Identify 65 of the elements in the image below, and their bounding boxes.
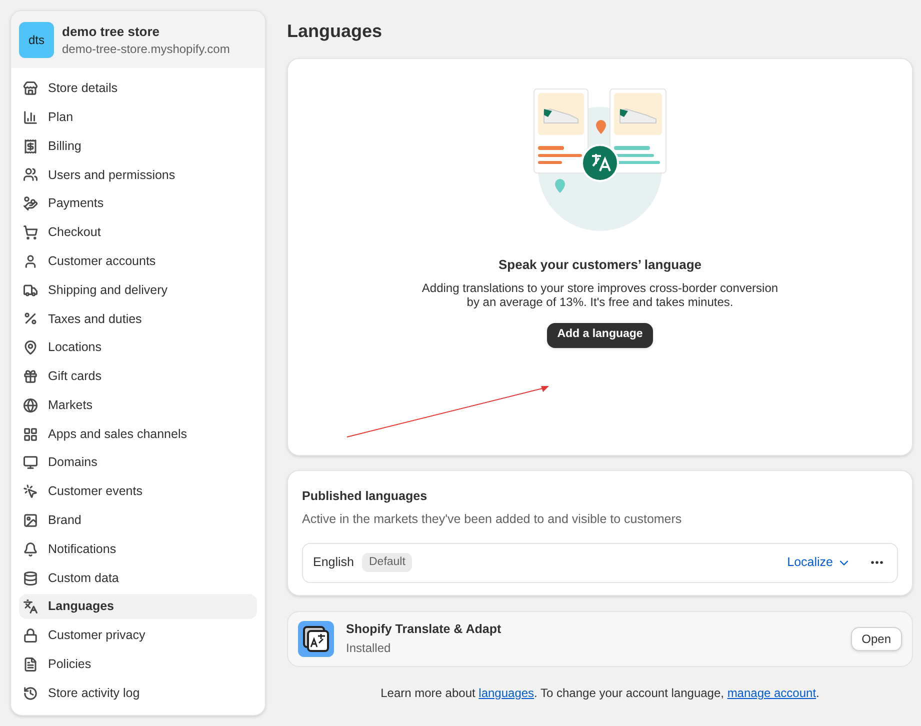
sidebar-item[interactable]: Customer accounts xyxy=(19,248,257,274)
page-title: Languages xyxy=(287,20,384,43)
sidebar-item[interactable]: Apps and sales channels xyxy=(19,422,257,447)
store-avatar: dts xyxy=(19,22,54,58)
languages-link[interactable]: languages xyxy=(478,686,534,700)
database-icon xyxy=(23,570,38,586)
sidebar-item[interactable]: Markets xyxy=(19,392,257,418)
sidebar-item[interactable]: Billing xyxy=(19,134,257,159)
translate-icon xyxy=(23,599,38,614)
manage-account-link[interactable]: manage account xyxy=(727,686,816,700)
store-icon xyxy=(23,81,38,96)
sidebar-item[interactable]: Taxes and duties xyxy=(19,306,257,332)
open-button[interactable]: Open xyxy=(850,626,902,650)
hand-coins-icon xyxy=(23,196,38,212)
document-icon xyxy=(23,656,38,672)
store-domain: demo-tree-store.myshopify.com xyxy=(62,40,230,56)
published-title: Published languages xyxy=(302,488,428,505)
published-subtitle: Active in the markets they've been added to and visible to customers xyxy=(302,510,683,528)
app-name: Shopify Translate & Adapt xyxy=(346,620,502,638)
sidebar-item[interactable]: Shipping and delivery xyxy=(19,278,257,303)
lock-icon xyxy=(23,628,38,644)
sidebar-item[interactable]: Users and permissions xyxy=(19,162,257,188)
sidebar-item[interactable]: Store activity log xyxy=(19,680,257,706)
gift-icon xyxy=(23,368,38,384)
sidebar-item[interactable]: Plan xyxy=(19,104,257,130)
bell-icon xyxy=(23,542,38,557)
users-icon xyxy=(23,167,38,182)
sidebar-item[interactable]: Languages xyxy=(19,594,257,620)
store-name: demo tree store xyxy=(62,22,161,40)
sidebar-item[interactable]: Payments xyxy=(19,191,257,216)
sidebar-item[interactable]: Customer events xyxy=(19,479,257,504)
default-badge: Default xyxy=(362,552,412,572)
sidebar-item[interactable]: Checkout xyxy=(19,220,257,245)
more-actions-button[interactable] xyxy=(871,561,883,564)
sidebar-item[interactable]: Gift cards xyxy=(19,364,257,389)
sidebar-item[interactable]: Notifications xyxy=(19,536,257,562)
bar-chart-icon xyxy=(23,110,38,125)
sidebar-item[interactable]: Domains xyxy=(19,450,257,476)
pointer-click-icon xyxy=(23,484,38,500)
sidebar-item[interactable]: Policies xyxy=(19,652,257,677)
cart-icon xyxy=(23,224,38,240)
sidebar-item[interactable]: Brand xyxy=(19,508,257,533)
monitor-icon xyxy=(23,455,38,470)
localize-button[interactable]: Localize xyxy=(787,553,851,572)
more-icon xyxy=(871,561,883,564)
image-icon xyxy=(23,512,38,528)
grid-icon xyxy=(23,426,38,442)
sidebar-item[interactable]: Store details xyxy=(19,76,257,101)
empty-state-description: Adding translations to your store improves cross-border conversion by an average of 13%. It's free and takes minutes. xyxy=(420,280,780,308)
truck-icon xyxy=(23,282,38,298)
empty-state-heading: Speak your customers’ language xyxy=(498,256,702,274)
map-pin-icon xyxy=(23,340,38,356)
globe-icon xyxy=(23,398,38,413)
sidebar-item[interactable]: Custom data xyxy=(19,566,257,591)
sidebar-item[interactable]: Locations xyxy=(19,335,257,360)
history-icon xyxy=(23,686,38,701)
person-icon xyxy=(23,254,38,269)
footer-text: Learn more about languages. To change your account language, manage account. xyxy=(380,684,820,702)
add-language-button[interactable]: Add a language xyxy=(547,322,653,348)
sidebar-item[interactable]: Customer privacy xyxy=(19,623,257,648)
app-status: Installed xyxy=(346,640,392,658)
translate-app-icon xyxy=(298,620,334,656)
language-name: English xyxy=(313,554,354,572)
percent-icon xyxy=(23,311,38,326)
receipt-icon xyxy=(23,138,38,154)
